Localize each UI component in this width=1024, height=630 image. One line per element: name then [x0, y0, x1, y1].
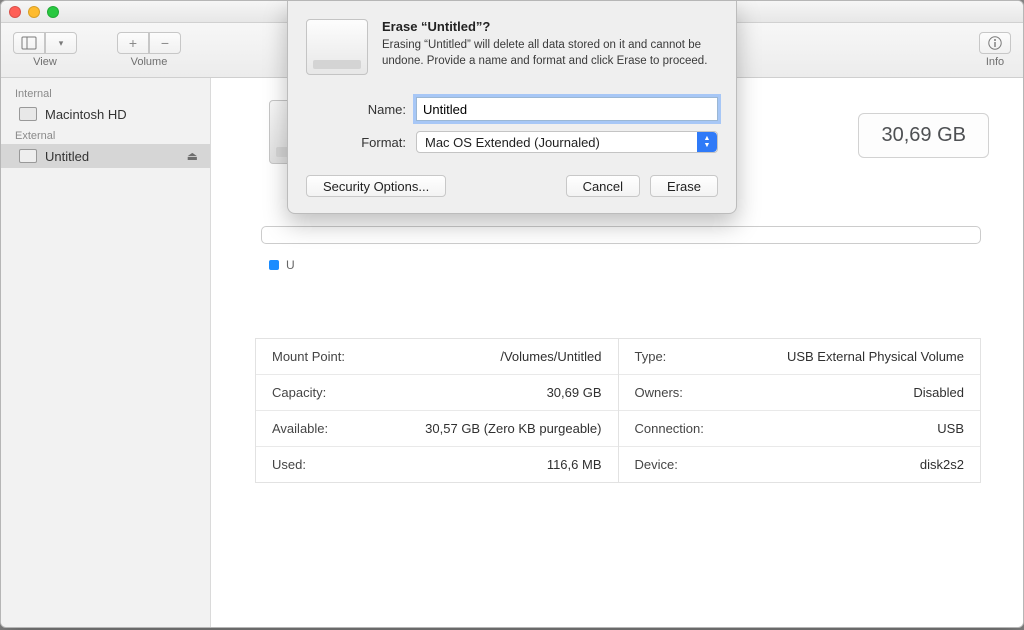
info-label: Info: [986, 56, 1004, 68]
usage-legend-label: U: [286, 258, 295, 272]
cancel-button[interactable]: Cancel: [566, 175, 640, 197]
info-value: Disabled: [913, 385, 964, 400]
sidebar-item-macintosh-hd[interactable]: Macintosh HD: [1, 102, 210, 126]
sidebar: Internal Macintosh HD External Untitled …: [1, 78, 211, 627]
usage-bar: [261, 226, 981, 244]
info-row: Available: 30,57 GB (Zero KB purgeable): [256, 411, 618, 447]
info-button[interactable]: [979, 32, 1011, 54]
info-row: Owners: Disabled: [619, 375, 981, 411]
format-label: Format:: [306, 135, 406, 150]
eject-icon[interactable]: ⏏: [187, 149, 198, 163]
sidebar-heading-internal: Internal: [1, 84, 210, 102]
view-menu-button[interactable]: ▾: [45, 32, 77, 54]
info-value: disk2s2: [920, 457, 964, 472]
info-key: Type:: [635, 349, 667, 364]
name-label: Name:: [306, 102, 406, 117]
sheet-title: Erase “Untitled”?: [382, 19, 718, 34]
sidebar-item-untitled[interactable]: Untitled ⏏: [1, 144, 210, 168]
info-row: Used: 116,6 MB: [256, 447, 618, 482]
toolbar-volume-group: + − Volume: [117, 32, 181, 68]
info-key: Device:: [635, 457, 678, 472]
sheet-disk-icon: [306, 19, 368, 75]
info-value: /Volumes/Untitled: [500, 349, 601, 364]
toolbar-view-label: View: [33, 56, 57, 68]
format-select-value: Mac OS Extended (Journaled): [425, 135, 600, 150]
info-key: Available:: [272, 421, 328, 436]
add-volume-button[interactable]: +: [117, 32, 149, 54]
select-stepper-icon: ▲▼: [697, 132, 717, 152]
info-key: Connection:: [635, 421, 704, 436]
format-select[interactable]: Mac OS Extended (Journaled) ▲▼: [416, 131, 718, 153]
minus-icon: −: [161, 35, 169, 51]
info-value: 116,6 MB: [547, 457, 602, 472]
toolbar-volume-label: Volume: [131, 56, 168, 68]
info-grid: Mount Point: /Volumes/Untitled Capacity: 3…: [255, 338, 981, 483]
usage-legend-dot: [269, 260, 279, 270]
info-row: Mount Point: /Volumes/Untitled: [256, 339, 618, 375]
sidebar-icon: [21, 35, 37, 51]
info-key: Used:: [272, 457, 306, 472]
name-input[interactable]: [416, 97, 718, 121]
info-key: Mount Point:: [272, 349, 345, 364]
info-col-left: Mount Point: /Volumes/Untitled Capacity: 3…: [256, 339, 618, 482]
info-row: Type: USB External Physical Volume: [619, 339, 981, 375]
info-row: Connection: USB: [619, 411, 981, 447]
security-options-button[interactable]: Security Options...: [306, 175, 446, 197]
external-disk-icon: [19, 149, 37, 163]
info-value: 30,69 GB: [547, 385, 602, 400]
plus-icon: +: [129, 35, 137, 51]
info-value: 30,57 GB (Zero KB purgeable): [425, 421, 601, 436]
info-value: USB: [937, 421, 964, 436]
sidebar-heading-external: External: [1, 126, 210, 144]
toolbar-view-group: ▾ View: [13, 32, 77, 68]
internal-disk-icon: [19, 107, 37, 121]
disk-utility-window: Disk Utility ▾ View + − Volume: [0, 0, 1024, 628]
info-value: USB External Physical Volume: [787, 349, 964, 364]
sheet-body: Erasing “Untitled” will delete all data …: [382, 38, 718, 69]
chevron-down-icon: ▾: [59, 38, 64, 49]
info-key: Capacity:: [272, 385, 326, 400]
sidebar-item-label: Untitled: [45, 149, 89, 164]
erase-sheet: Erase “Untitled”? Erasing “Untitled” wil…: [287, 1, 737, 214]
info-icon: [987, 35, 1003, 51]
erase-confirm-button[interactable]: Erase: [650, 175, 718, 197]
info-row: Device: disk2s2: [619, 447, 981, 482]
info-col-right: Type: USB External Physical Volume Owners…: [618, 339, 981, 482]
info-key: Owners:: [635, 385, 683, 400]
view-sidebar-button[interactable]: [13, 32, 45, 54]
remove-volume-button[interactable]: −: [149, 32, 181, 54]
sidebar-item-label: Macintosh HD: [45, 107, 127, 122]
capacity-chip: 30,69 GB: [858, 113, 989, 158]
info-row: Capacity: 30,69 GB: [256, 375, 618, 411]
